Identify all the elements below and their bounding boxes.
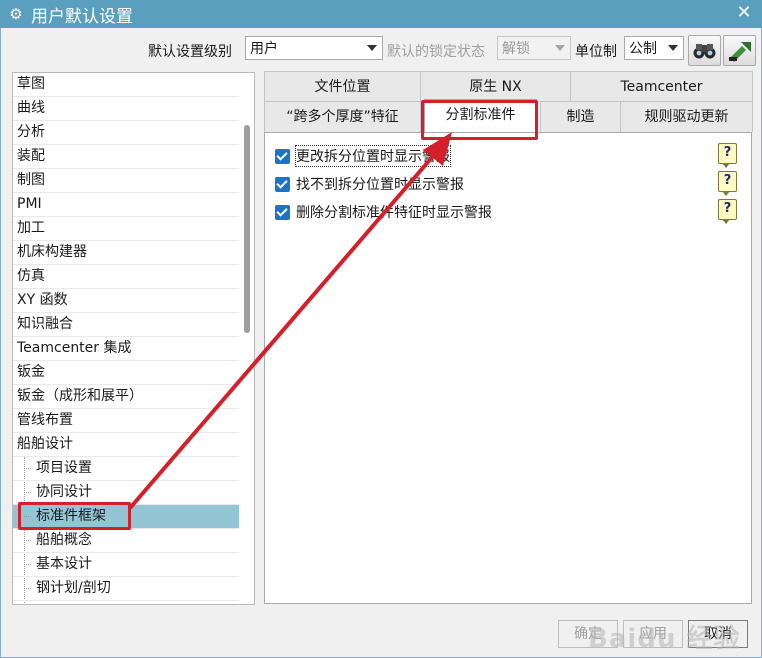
tree-item-manufacturing[interactable]: 加工 xyxy=(13,217,239,241)
search-defaults-button[interactable] xyxy=(688,35,721,66)
tree-item-sketch[interactable]: 草图 xyxy=(13,73,239,97)
tree-item-teamcenter-integration[interactable]: Teamcenter 集成 xyxy=(13,337,239,361)
dialog-body: 默认设置级别 用户 默认的锁定状态 解锁 单位制 公制 草图 曲线 分析 装配 … xyxy=(0,28,762,658)
tree-scrollbar[interactable] xyxy=(240,73,254,604)
help-icon[interactable]: ? xyxy=(718,199,737,224)
checkbox-checked[interactable] xyxy=(275,148,290,164)
title-bar: ⚙ 用户默认设置 ✕ xyxy=(0,0,762,28)
chevron-down-icon xyxy=(668,45,678,51)
close-button[interactable]: ✕ xyxy=(734,3,754,23)
tree-item-curve[interactable]: 曲线 xyxy=(13,97,239,121)
tree-item-collaborative-design[interactable]: 协同设计 xyxy=(13,481,239,505)
tab-multi-thickness[interactable]: “跨多个厚度”特征 xyxy=(264,101,421,132)
help-icon[interactable]: ? xyxy=(718,143,737,168)
unit-label: 单位制 xyxy=(575,44,617,60)
tab-split-standard-part[interactable]: 分割标准件 xyxy=(424,99,537,133)
tab-file-locations[interactable]: 文件位置 xyxy=(264,71,421,102)
tree-item-steel-planning[interactable]: 钢计划/剖切 xyxy=(13,577,239,601)
tree-item-drafting[interactable]: 制图 xyxy=(13,169,239,193)
tab-rule-driven-update[interactable]: 规则驱动更新 xyxy=(620,101,753,132)
unit-select-value: 公制 xyxy=(629,41,657,57)
tree-item-machine-builder[interactable]: 机床构建器 xyxy=(13,241,239,265)
checkbox-checked[interactable] xyxy=(275,204,290,220)
category-tree[interactable]: 草图 曲线 分析 装配 制图 PMI 加工 机床构建器 仿真 XY 函数 知识融… xyxy=(12,72,255,605)
arrow-tool-icon xyxy=(729,42,751,62)
option-row[interactable]: 找不到拆分位置时显示警报 xyxy=(275,173,464,195)
option-label: 更改拆分位置时显示警报 xyxy=(295,145,451,167)
level-label: 默认设置级别 xyxy=(148,44,232,60)
tree-item-sheet-metal[interactable]: 钣金 xyxy=(13,361,239,385)
binoculars-icon xyxy=(693,44,716,59)
gear-icon: ⚙ xyxy=(9,5,23,23)
checkbox-checked[interactable] xyxy=(275,176,290,192)
chevron-down-icon xyxy=(367,45,377,51)
tree-item-analysis[interactable]: 分析 xyxy=(13,121,239,145)
tree-item-simulation[interactable]: 仿真 xyxy=(13,265,239,289)
chevron-down-icon xyxy=(555,45,565,51)
option-label: 删除分割标准件特征时显示警报 xyxy=(296,205,492,221)
option-row[interactable]: 更改拆分位置时显示警报 xyxy=(275,145,451,167)
help-icon[interactable]: ? xyxy=(718,171,737,196)
tab-native-nx[interactable]: 原生 NX xyxy=(420,71,571,102)
window-title: 用户默认设置 xyxy=(31,6,133,27)
lock-label: 默认的锁定状态 xyxy=(387,44,485,60)
tree-item-xy-function[interactable]: XY 函数 xyxy=(13,289,239,313)
tree-item-project-settings[interactable]: 项目设置 xyxy=(13,457,239,481)
level-select[interactable]: 用户 xyxy=(245,36,383,60)
tree-item-basic-design[interactable]: 基本设计 xyxy=(13,553,239,577)
tree-item-sheet-metal-forming[interactable]: 钣金（成形和展平） xyxy=(13,385,239,409)
scrollbar-thumb[interactable] xyxy=(244,125,250,333)
manage-defaults-button[interactable] xyxy=(723,35,756,66)
watermark: Baidu 经验 xyxy=(588,624,741,654)
tree-item-pmi[interactable]: PMI xyxy=(13,193,239,217)
tab-teamcenter[interactable]: Teamcenter xyxy=(570,71,753,102)
lock-select: 解锁 xyxy=(497,36,571,60)
lock-select-value: 解锁 xyxy=(502,41,530,57)
level-select-value: 用户 xyxy=(250,41,278,57)
option-row[interactable]: 删除分割标准件特征时显示警报 xyxy=(275,201,492,223)
options-panel: 更改拆分位置时显示警报 ? 找不到拆分位置时显示警报 ? 删除分割标准件特征时显… xyxy=(264,132,752,604)
tree-item-standard-part-framework[interactable]: 标准件框架 xyxy=(13,505,239,529)
tab-manufacturing[interactable]: 制造 xyxy=(540,101,621,132)
tree-item-ship-design[interactable]: 船舶设计 xyxy=(13,433,239,457)
tree-item-ship-concept[interactable]: 船舶概念 xyxy=(13,529,239,553)
tree-item-assembly[interactable]: 装配 xyxy=(13,145,239,169)
tree-item-routing[interactable]: 管线布置 xyxy=(13,409,239,433)
unit-select[interactable]: 公制 xyxy=(624,36,684,60)
tree-item-knowledge-fusion[interactable]: 知识融合 xyxy=(13,313,239,337)
option-label: 找不到拆分位置时显示警报 xyxy=(296,177,464,193)
